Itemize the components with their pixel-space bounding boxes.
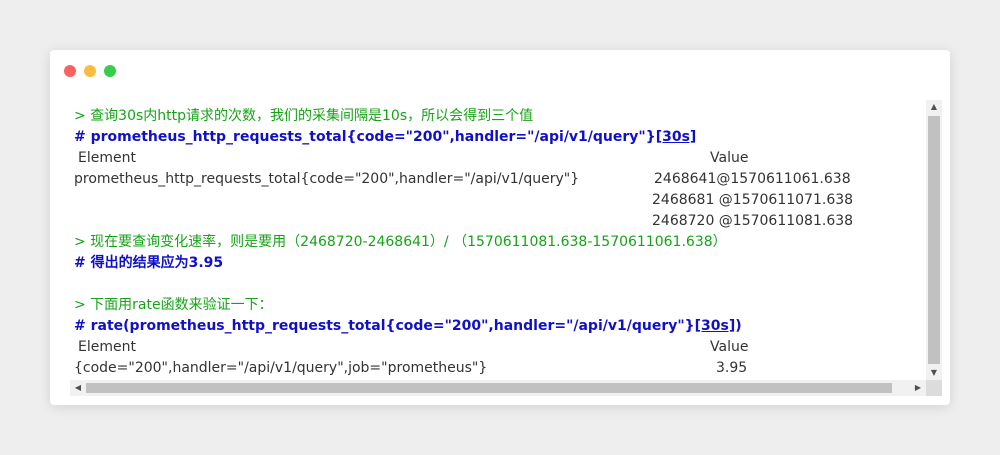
table-header-2: Element Value — [74, 337, 924, 358]
query-close-paren: ) — [735, 318, 742, 334]
element-cell: prometheus_http_requests_total{code="200… — [74, 171, 580, 187]
value-cell: 2468720 @1570611081.638 — [652, 213, 854, 229]
query-line-rate: # rate(prometheus_http_requests_total{co… — [74, 316, 742, 337]
comment-line-expected-result: # 得出的结果应为3.95 — [74, 255, 224, 271]
comment-line-verify-rate: > 下面用rate函数来验证一下： — [74, 297, 273, 313]
value-cell: 2468681 @1570611071.638 — [652, 192, 854, 208]
table-row: 2468720 @1570611081.638 — [74, 211, 924, 232]
value-column-header: Value — [710, 150, 749, 166]
range-selector: [30s] — [655, 129, 697, 145]
scroll-up-icon[interactable]: ▲ — [926, 100, 942, 114]
scrollbar-corner — [926, 380, 942, 396]
query-text: # prometheus_http_requests_total{code="2… — [74, 129, 656, 145]
code-window: > 查询30s内http请求的次数，我们的采集间隔是10s，所以会得到三个值 #… — [50, 50, 950, 405]
table-row: prometheus_http_requests_total{code="200… — [74, 169, 924, 190]
value-column-header: Value — [710, 339, 749, 355]
query-line-range-vector: # prometheus_http_requests_total{code="2… — [74, 127, 696, 148]
maximize-dot-icon[interactable] — [104, 65, 116, 77]
scroll-down-icon[interactable]: ▼ — [926, 366, 942, 380]
scroll-right-icon[interactable]: ▶ — [910, 380, 926, 396]
value-cell: 3.95 — [716, 360, 748, 376]
range-selector: [30s] — [694, 318, 736, 334]
horizontal-scrollbar[interactable]: ◀ ▶ — [70, 380, 926, 396]
query-text: # rate(prometheus_http_requests_total{co… — [74, 318, 695, 334]
vertical-scroll-thumb[interactable] — [928, 116, 940, 364]
element-cell: {code="200",handler="/api/v1/query",job=… — [74, 360, 488, 376]
horizontal-scroll-thumb[interactable] — [86, 383, 892, 393]
table-header-1: Element Value — [74, 148, 924, 169]
table-row: 2468681 @1570611071.638 — [74, 190, 924, 211]
code-content: > 查询30s内http请求的次数，我们的采集间隔是10s，所以会得到三个值 #… — [74, 106, 924, 380]
value-cell: 2468641@1570611061.638 — [654, 171, 851, 187]
element-column-header: Element — [78, 339, 136, 355]
comment-line-query-30s: > 查询30s内http请求的次数，我们的采集间隔是10s，所以会得到三个值 — [74, 108, 534, 124]
vertical-scrollbar[interactable]: ▲ ▼ — [926, 100, 942, 380]
element-column-header: Element — [78, 150, 136, 166]
minimize-dot-icon[interactable] — [84, 65, 96, 77]
table-row: {code="200",handler="/api/v1/query",job=… — [74, 358, 924, 379]
close-dot-icon[interactable] — [64, 65, 76, 77]
scroll-left-icon[interactable]: ◀ — [70, 380, 86, 396]
comment-line-rate-formula: > 现在要查询变化速率，则是要用（2468720-2468641）/ （1570… — [74, 234, 727, 250]
